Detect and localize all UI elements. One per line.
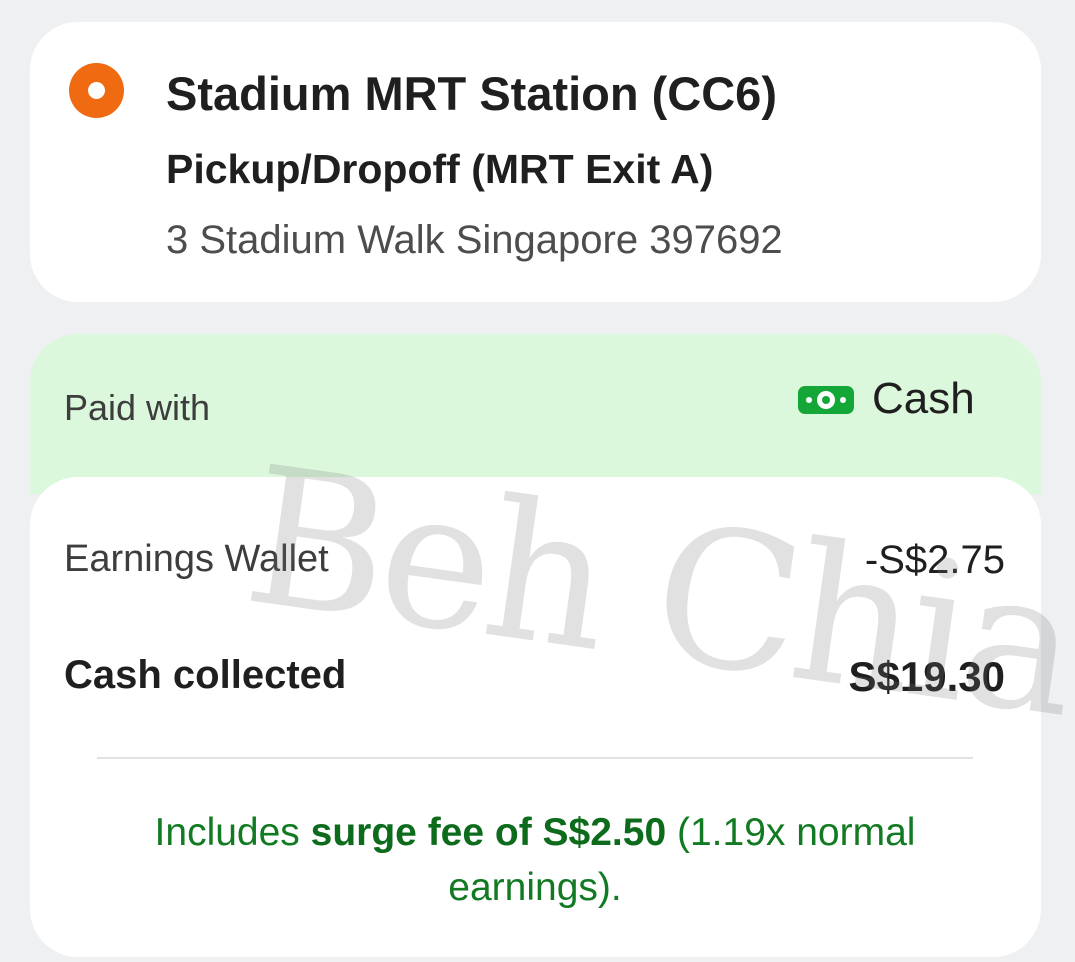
earnings-wallet-label: Earnings Wallet: [64, 538, 329, 580]
surge-note-prefix: Includes: [154, 811, 311, 854]
cash-bill-icon: [798, 386, 854, 414]
trip-detail-screen: Stadium MRT Station (CC6) Pickup/Dropoff…: [0, 0, 1075, 962]
earnings-wallet-value: -S$2.75: [864, 538, 1005, 582]
location-address: 3 Stadium Walk Singapore 397692: [166, 218, 783, 262]
location-marker-icon: [69, 63, 124, 118]
paid-with-label: Paid with: [64, 387, 211, 428]
surge-fee-note: Includes surge fee of S$2.50 (1.19x norm…: [100, 805, 970, 915]
divider: [97, 757, 973, 759]
cash-collected-label: Cash collected: [64, 653, 347, 697]
location-subtitle: Pickup/Dropoff (MRT Exit A): [166, 146, 714, 192]
payment-method-label: Cash: [872, 374, 975, 423]
cash-collected-value: S$19.30: [848, 653, 1005, 700]
surge-note-highlight: surge fee of S$2.50: [310, 811, 667, 854]
location-title: Stadium MRT Station (CC6): [166, 67, 777, 120]
